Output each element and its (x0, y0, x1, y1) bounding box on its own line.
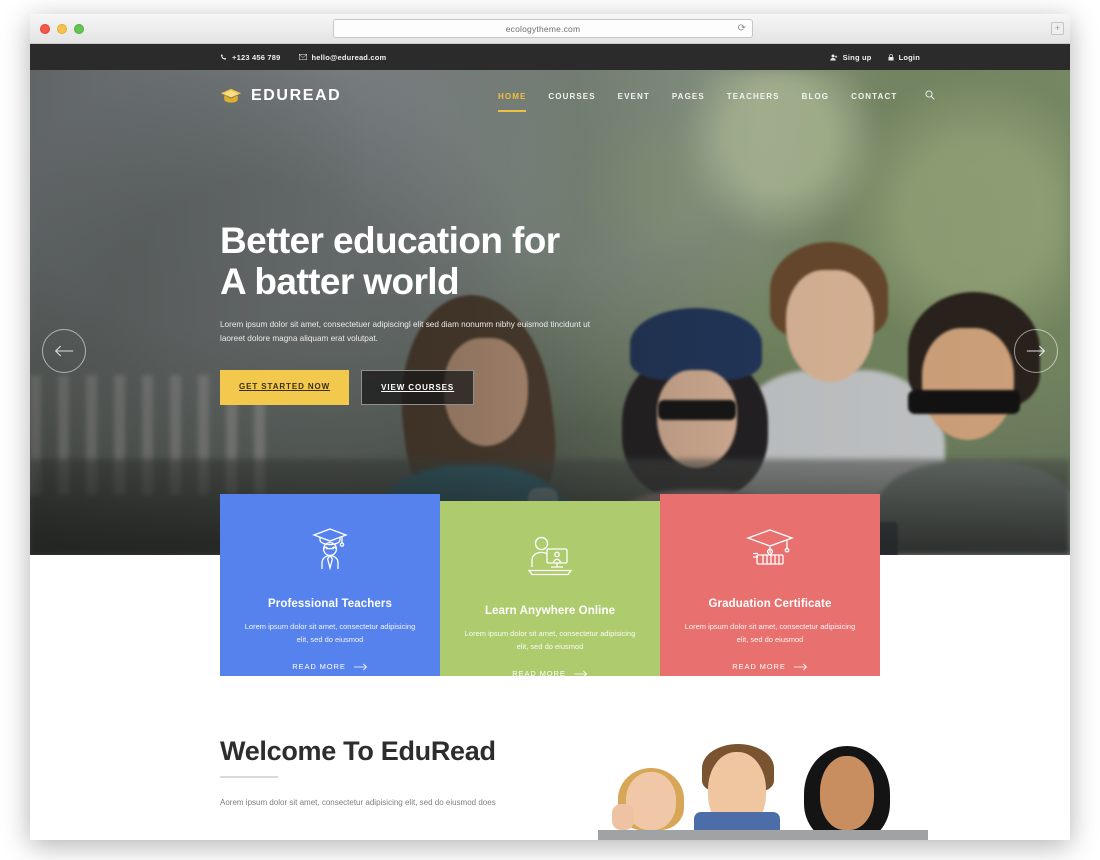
reload-icon[interactable]: ⟳ (738, 23, 746, 35)
site-logo[interactable]: EDUREAD (220, 87, 341, 105)
feature-cards: Professional Teachers Lorem ipsum dolor … (220, 494, 880, 678)
lock-icon (888, 53, 894, 60)
hero-heading: Better education for A batter world (220, 220, 650, 302)
hero-heading-line1: Better education for (220, 220, 560, 261)
user-plus-icon (829, 54, 837, 60)
welcome-section: Welcome To EduRead Aorem ipsum dolor sit… (30, 704, 1070, 840)
page-viewport: +123 456 789 hello@eduread.com Sing up L… (30, 44, 1070, 840)
feature-text: Lorem ipsum dolor sit amet, consectetur … (464, 629, 636, 651)
hero-heading-line2: A batter world (220, 261, 460, 302)
student-photo-1 (612, 724, 684, 830)
maximize-window-button[interactable] (74, 24, 84, 34)
phone-item[interactable]: +123 456 789 (220, 53, 281, 62)
arrow-right-icon (353, 663, 367, 670)
diploma-cap-icon (682, 520, 858, 578)
graduate-teacher-icon (242, 520, 418, 578)
phone-icon (220, 53, 227, 60)
window-traffic-lights (40, 24, 84, 34)
envelope-icon (298, 54, 307, 60)
graduation-cap-icon (220, 88, 242, 103)
nav-item-teachers[interactable]: TEACHERS (727, 86, 780, 107)
three-students-photo (598, 714, 928, 840)
signup-label: Sing up (842, 52, 872, 62)
close-window-button[interactable] (40, 24, 50, 34)
nav-item-courses[interactable]: COURSES (548, 86, 595, 107)
utility-topbar: +123 456 789 hello@eduread.com Sing up L… (30, 44, 1070, 70)
feature-card-graduation-certificate[interactable]: Graduation Certificate Lorem ipsum dolor… (660, 494, 880, 676)
read-more-label: READ MORE (292, 662, 346, 671)
read-more-link[interactable]: READ MORE (512, 669, 588, 678)
read-more-label: READ MORE (732, 662, 786, 671)
slider-next-button[interactable] (1014, 329, 1058, 373)
nav-item-pages[interactable]: PAGES (672, 86, 705, 107)
topbar-contact-group: +123 456 789 hello@eduread.com (220, 53, 386, 62)
main-navigation: HOME COURSES EVENT PAGES TEACHERS BLOG C… (498, 86, 935, 112)
browser-window: ecologytheme.com ⟳ + +123 456 789 hello@… (30, 14, 1070, 840)
hero-paragraph: Lorem ipsum dolor sit amet, consectetuer… (220, 320, 590, 343)
hero-slider: EDUREAD HOME COURSES EVENT PAGES TEACHER… (30, 70, 1070, 555)
photo-floor-bar (598, 830, 928, 840)
arrow-right-icon (573, 670, 587, 677)
student-photo-3 (804, 730, 890, 840)
nav-item-blog[interactable]: BLOG (802, 86, 830, 107)
nav-item-event[interactable]: EVENT (618, 86, 650, 107)
hero-content: Better education for A batter world Lore… (220, 220, 650, 405)
email-address: hello@eduread.com (311, 52, 387, 62)
nav-item-home[interactable]: HOME (498, 86, 527, 112)
feature-title: Graduation Certificate (708, 598, 832, 610)
view-courses-button[interactable]: VIEW COURSES (361, 370, 475, 405)
arrow-right-icon (793, 663, 807, 670)
address-bar-url: ecologytheme.com (505, 23, 581, 34)
browser-chrome: ecologytheme.com ⟳ + (30, 14, 1070, 44)
login-link[interactable]: Login (888, 53, 920, 62)
online-learning-icon (462, 527, 638, 585)
feature-title: Professional Teachers (268, 598, 392, 610)
read-more-link[interactable]: READ MORE (292, 662, 368, 671)
feature-card-learn-anywhere-online[interactable]: Learn Anywhere Online Lorem ipsum dolor … (440, 501, 660, 678)
feature-card-professional-teachers[interactable]: Professional Teachers Lorem ipsum dolor … (220, 494, 440, 676)
new-tab-button[interactable]: + (1051, 22, 1064, 35)
logo-text: EDUREAD (251, 87, 342, 104)
site-header: EDUREAD HOME COURSES EVENT PAGES TEACHER… (30, 70, 1070, 122)
get-started-button[interactable]: GET STARTED NOW (220, 370, 350, 405)
heading-divider (220, 776, 278, 778)
nav-item-contact[interactable]: CONTACT (851, 86, 897, 107)
login-label: Login (898, 52, 920, 62)
arrow-left-icon (54, 345, 74, 357)
feature-title: Learn Anywhere Online (484, 605, 616, 617)
topbar-account-group: Sing up Login (829, 52, 920, 62)
signup-link[interactable]: Sing up (829, 52, 872, 62)
student-photo-2 (694, 730, 780, 830)
slider-prev-button[interactable] (42, 329, 86, 373)
read-more-label: READ MORE (512, 669, 566, 678)
welcome-paragraph: Aorem ipsum dolor sit amet, consectetur … (220, 798, 496, 807)
minimize-window-button[interactable] (57, 24, 67, 34)
read-more-link[interactable]: READ MORE (732, 662, 808, 671)
phone-number: +123 456 789 (232, 52, 281, 62)
address-bar[interactable]: ecologytheme.com ⟳ (333, 19, 753, 38)
hero-button-group: GET STARTED NOW VIEW COURSES (220, 370, 650, 405)
welcome-heading: Welcome To EduRead (220, 736, 496, 766)
arrow-right-icon (1026, 345, 1046, 357)
search-icon[interactable] (925, 87, 935, 105)
feature-text: Lorem ipsum dolor sit amet, consectetur … (684, 622, 856, 644)
email-item[interactable]: hello@eduread.com (298, 52, 387, 62)
feature-text: Lorem ipsum dolor sit amet, consectetur … (244, 622, 416, 644)
